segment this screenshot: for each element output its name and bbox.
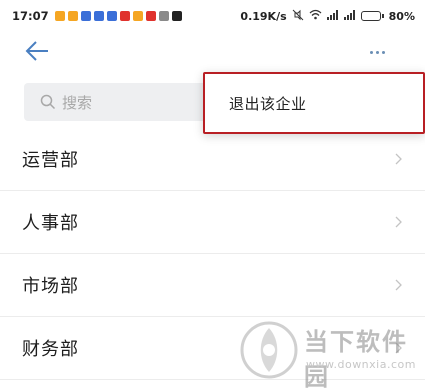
arrow-left-icon	[25, 41, 48, 61]
exit-enterprise-menu-item[interactable]: 退出该企业	[229, 93, 307, 114]
more-button[interactable]	[364, 42, 390, 62]
notification-icons	[54, 11, 182, 21]
chevron-right-icon	[395, 216, 402, 228]
list-item[interactable]: 运营部	[0, 128, 425, 191]
more-dot	[375, 50, 379, 54]
more-dot	[381, 50, 385, 54]
department-name: 市场部	[22, 276, 79, 297]
watermark-logo-icon	[240, 321, 298, 379]
network-speed: 0.19K/s	[240, 9, 287, 23]
notification-icon	[132, 11, 143, 21]
signal-icon-1	[326, 9, 339, 23]
wifi-icon	[309, 9, 322, 23]
notification-icon	[106, 11, 117, 21]
back-button[interactable]	[22, 36, 52, 66]
search-placeholder: 搜索	[62, 93, 93, 112]
department-name: 运营部	[22, 150, 79, 171]
battery-percentage: 80%	[388, 9, 415, 23]
more-dots-icon	[369, 50, 373, 54]
chevron-right-icon	[395, 153, 402, 165]
status-time: 17:07	[12, 9, 49, 23]
battery-icon	[360, 11, 384, 21]
watermark-title: 当下软件园	[304, 328, 408, 389]
watermark: 当下软件园 www.downxia.com	[240, 318, 420, 389]
header	[0, 32, 425, 72]
department-name: 人事部	[22, 213, 79, 234]
status-right: 0.19K/s 80%	[240, 9, 415, 24]
notification-icon	[145, 11, 156, 21]
search-input[interactable]: 搜索	[24, 83, 220, 121]
list-item[interactable]: 人事部	[0, 191, 425, 254]
notification-icon	[80, 11, 91, 21]
notification-icon	[54, 11, 65, 21]
chevron-right-icon	[395, 279, 402, 291]
status-bar: 17:07 0.19K/s 80%	[0, 0, 425, 32]
department-name: 财务部	[22, 339, 79, 360]
notification-icon	[93, 11, 104, 21]
search-icon	[40, 94, 56, 110]
notification-icon	[119, 11, 130, 21]
mute-icon	[292, 9, 304, 24]
watermark-url: www.downxia.com	[306, 358, 416, 371]
signal-icon-2	[343, 9, 356, 23]
notification-icon	[171, 11, 182, 21]
notification-icon	[158, 11, 169, 21]
list-item[interactable]: 市场部	[0, 254, 425, 317]
notification-icon	[67, 11, 78, 21]
popup-menu: 退出该企业	[203, 72, 425, 134]
